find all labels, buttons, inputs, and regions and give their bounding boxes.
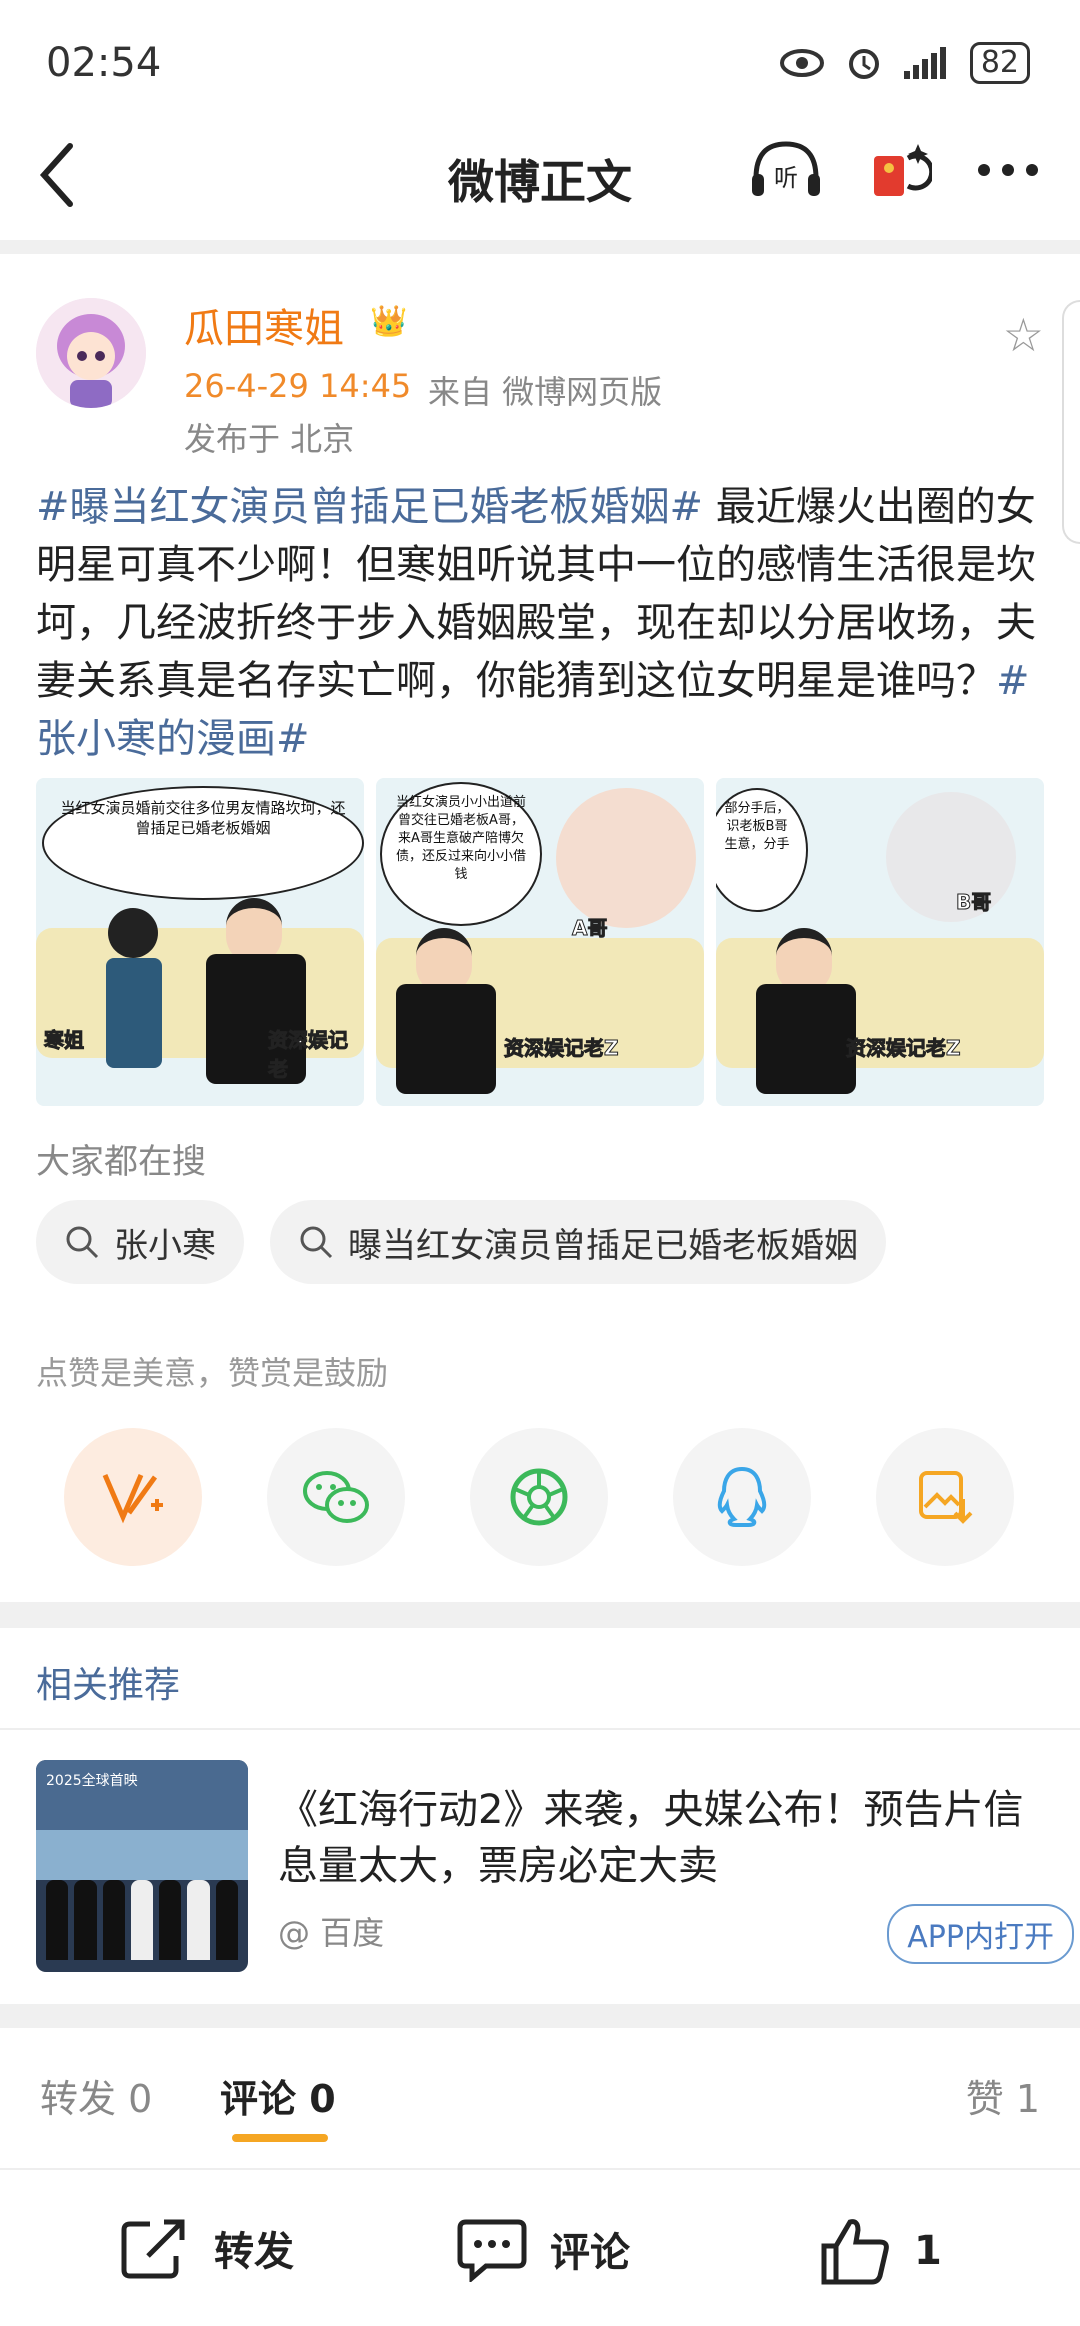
search-chip-label: 张小寒 (114, 1225, 216, 1266)
speech-bubble: 部分手后，识老板B哥 生意，分手 (716, 788, 808, 912)
search-chip-label: 曝当红女演员曾插足已婚老板婚姻 (348, 1225, 858, 1266)
section-divider (0, 2004, 1080, 2028)
signal-icon (903, 47, 946, 79)
alarm-icon (848, 49, 879, 79)
like-hint: 点赞是美意，赞赏是鼓励 (36, 1354, 389, 1392)
like-count: 1 (914, 2228, 942, 2274)
battery-indicator: 82 (969, 42, 1030, 84)
post-source: 来自 微博网页版 (428, 373, 663, 411)
header-divider (0, 240, 1080, 254)
section-divider (0, 1602, 1080, 1628)
related-recommendations-title: 相关推荐 (36, 1665, 181, 1706)
red-packet-icon[interactable] (868, 138, 932, 202)
like-button[interactable]: 1 (820, 2216, 942, 2286)
search-chip[interactable]: 张小寒 (36, 1200, 244, 1284)
share-wechat-button[interactable] (267, 1428, 405, 1566)
avatar-girl-icon (36, 298, 146, 408)
headphones-listen-icon[interactable]: 听 (748, 138, 824, 202)
repost-button[interactable]: 转发 (120, 2216, 294, 2280)
open-in-app-button[interactable]: APP内打开 (887, 1904, 1074, 1964)
comment-icon (457, 2219, 527, 2282)
character-label: 资深娱记老Z (846, 1036, 962, 1061)
hashtag-link[interactable]: #曝当红女演员曾插足已婚老板婚姻# (36, 484, 703, 530)
character-label: 寒姐 (44, 1028, 85, 1053)
tab-like[interactable]: 赞 1 (966, 2068, 1040, 2123)
vip-crown-icon: 👑 (370, 304, 408, 339)
divider (0, 1728, 1080, 1730)
character-label: A哥 (571, 916, 608, 941)
speech-bubble: 当红女演员婚前交往多位男友情路坎坷，还曾插足已婚老板婚姻 (42, 786, 364, 900)
save-image-icon (919, 1471, 973, 1524)
reward-icon (102, 1474, 163, 1524)
comment-label: 评论 (550, 2230, 630, 2276)
wechat-icon (303, 1471, 369, 1523)
reward-button[interactable] (64, 1428, 202, 1566)
post-body: #曝当红女演员曾插足已婚老板婚姻# 最近爆火出圈的女明星可真不少啊！但寒姐听说其… (36, 478, 1046, 768)
username[interactable]: 瓜田寒姐 (184, 296, 344, 354)
more-options-icon[interactable] (976, 162, 1040, 178)
post-location: 发布于 北京 (184, 420, 355, 458)
thumbs-up-icon (821, 2219, 889, 2285)
svg-text:听: 听 (774, 164, 798, 192)
avatar[interactable] (36, 298, 146, 408)
active-tab-indicator (232, 2134, 328, 2142)
search-chip[interactable]: 曝当红女演员曾插足已婚老板婚姻 (270, 1200, 886, 1284)
qq-icon (717, 1466, 767, 1527)
share-qq-button[interactable] (673, 1428, 811, 1566)
trending-search-label: 大家都在搜 (36, 1142, 206, 1182)
post-image[interactable]: 部分手后，识老板B哥 生意，分手 B哥 资深娱记老Z (716, 778, 1044, 1106)
post-image[interactable]: 当红女演员婚前交往多位男友情路坎坷，还曾插足已婚老板婚姻 寒姐 资深娱记老 (36, 778, 364, 1106)
character-label: B哥 (955, 890, 992, 915)
share-moments-button[interactable] (470, 1428, 608, 1566)
moments-icon (510, 1468, 568, 1526)
search-icon (300, 1226, 333, 1259)
repost-label: 转发 (214, 2229, 294, 2275)
comment-button[interactable]: 评论 (456, 2216, 630, 2282)
status-icons: 82 (779, 42, 1030, 84)
post-image[interactable]: 当红女演员小小出道前曾交往已婚老板A哥，来A哥生意破产陪博欠债，还反过来向小小借… (376, 778, 704, 1106)
speech-bubble: 当红女演员小小出道前曾交往已婚老板A哥，来A哥生意破产陪博欠债，还反过来向小小借… (380, 782, 542, 926)
favorite-star-icon[interactable]: ☆ (1003, 308, 1044, 362)
thumb-caption: 2025全球首映 (46, 1773, 138, 1789)
tab-comment[interactable]: 评论 0 (220, 2068, 336, 2123)
character-label: 资深娱记老 (268, 1028, 349, 1082)
news-source: @ 百度 (278, 1914, 385, 1952)
save-image-button[interactable] (876, 1428, 1014, 1566)
news-thumbnail[interactable]: 2025全球首映 (36, 1760, 248, 1972)
eye-icon (779, 49, 824, 77)
character-label: 资深娱记老Z (504, 1036, 620, 1061)
post-timestamp: 26-4-29 14:45 (184, 367, 412, 405)
tab-repost[interactable]: 转发 0 (40, 2068, 152, 2123)
header-actions: 听 (748, 138, 1040, 202)
search-icon (66, 1226, 99, 1259)
status-time: 02:54 (46, 40, 162, 86)
news-title[interactable]: 《红海行动2》来袭，央媒公布！预告片信息量太大，票房必定大卖 (278, 1782, 1048, 1894)
side-drawer-handle[interactable] (1062, 300, 1080, 544)
repost-icon (121, 2219, 185, 2279)
